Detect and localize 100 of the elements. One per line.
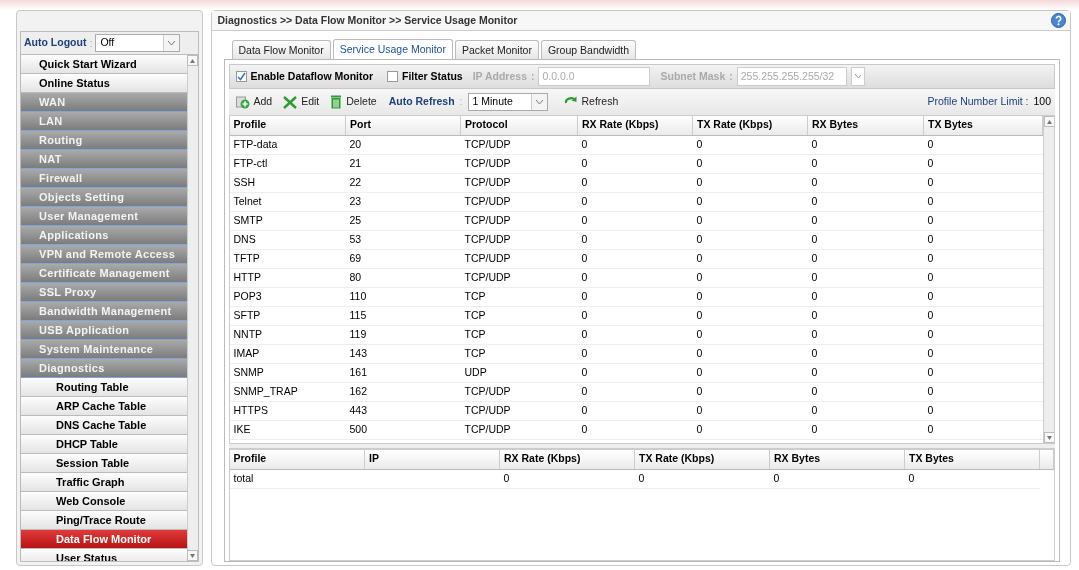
add-button[interactable]: Add xyxy=(232,94,276,110)
sidebar-item[interactable]: Quick Start Wizard xyxy=(21,55,187,74)
table-cell: SNMP xyxy=(233,365,264,378)
scrollbar[interactable] xyxy=(1043,116,1054,443)
table-cell: 0 xyxy=(927,289,934,302)
table-cell: 0 xyxy=(696,175,703,188)
table-cell: TCP/UDP xyxy=(464,156,511,169)
table-cell: TFTP xyxy=(233,251,260,264)
auto-refresh-select[interactable]: 1 Minute xyxy=(467,93,548,111)
sidebar-item[interactable]: DHCP Table xyxy=(21,435,187,454)
sidebar-item[interactable]: Routing Table xyxy=(21,378,187,397)
sidebar-item[interactable]: Online Status xyxy=(21,74,187,93)
separator: : xyxy=(531,68,535,84)
checkbox[interactable] xyxy=(235,71,247,82)
column-header[interactable]: TX Rate (Kbps) xyxy=(692,116,808,135)
column-header[interactable]: TX Rate (Kbps) xyxy=(634,450,770,469)
column-header[interactable]: Profile xyxy=(229,116,346,135)
table-cell: 0 xyxy=(811,403,818,416)
scroll-up-icon[interactable] xyxy=(1046,119,1052,124)
table-cell: 0 xyxy=(927,213,934,226)
column-header[interactable]: RX Rate (Kbps) xyxy=(499,450,635,469)
table-cell: 110 xyxy=(349,289,367,302)
table-cell: 0 xyxy=(581,213,588,226)
table-cell: TCP/UDP xyxy=(464,175,511,188)
table-cell: 162 xyxy=(349,384,368,397)
checkbox[interactable] xyxy=(387,71,398,82)
table-cell: TCP/UDP xyxy=(464,232,511,245)
tab[interactable]: Service Usage Monitor xyxy=(332,39,453,59)
delete-button[interactable]: Delete xyxy=(327,94,380,110)
table-cell: Telnet xyxy=(233,194,262,207)
table-cell: 0 xyxy=(696,213,703,226)
table-cell: 0 xyxy=(581,137,588,150)
table-cell: 0 xyxy=(927,327,934,340)
column-header[interactable]: RX Bytes xyxy=(769,450,905,469)
table-cell: 0 xyxy=(696,137,703,150)
table-cell: FTP-data xyxy=(233,137,278,150)
table-cell: 23 xyxy=(349,194,362,207)
scroll-down-icon[interactable] xyxy=(190,553,195,558)
scroll-down-icon[interactable] xyxy=(1046,435,1052,440)
subnet-mask-label: Subnet Mask xyxy=(660,68,726,84)
table-cell: 0 xyxy=(696,403,703,416)
column-header[interactable]: RX Bytes xyxy=(807,116,924,135)
table-cell: 0 xyxy=(811,289,818,302)
table-cell: 0 xyxy=(927,232,934,245)
table-cell: UDP xyxy=(464,365,487,378)
table-cell: 119 xyxy=(349,327,367,340)
separator: : xyxy=(89,35,93,51)
sidebar-item[interactable]: DNS Cache Table xyxy=(21,416,187,435)
tab[interactable]: Group Bandwidth xyxy=(540,40,637,59)
table-cell: 500 xyxy=(349,422,368,435)
table-cell: 0 xyxy=(696,156,703,169)
sidebar-item[interactable]: Data Flow Monitor xyxy=(21,530,187,549)
separator: : xyxy=(729,68,733,84)
table-cell: 0 xyxy=(773,471,780,484)
tools-icon xyxy=(283,95,298,109)
column-header[interactable]: Protocol xyxy=(460,116,578,135)
help-icon[interactable] xyxy=(1051,13,1066,28)
trash-icon xyxy=(330,95,343,109)
table-cell: 0 xyxy=(811,137,818,150)
table-cell: HTTP xyxy=(233,270,261,283)
tab[interactable]: Data Flow Monitor xyxy=(231,40,331,59)
sidebar-item[interactable]: ARP Cache Table xyxy=(21,397,187,416)
table-cell: 0 xyxy=(811,251,818,264)
refresh-button[interactable]: Refresh xyxy=(560,94,622,110)
column-header[interactable]: TX Bytes xyxy=(923,116,1043,135)
table-cell: 0 xyxy=(927,270,934,283)
table-cell: TCP/UDP xyxy=(464,403,511,416)
column-header[interactable]: Port xyxy=(345,116,461,135)
table-cell: SFTP xyxy=(233,308,261,321)
table-cell: 0 xyxy=(696,422,703,435)
table-cell: 0 xyxy=(581,403,588,416)
sidebar-item[interactable]: Ping/Trace Route xyxy=(21,511,187,530)
column-header[interactable]: RX Rate (Kbps) xyxy=(577,116,693,135)
table-cell: 0 xyxy=(581,365,588,378)
table-cell: 0 xyxy=(811,213,818,226)
tab[interactable]: Packet Monitor xyxy=(454,40,539,59)
auto-logout-select[interactable]: Off xyxy=(95,34,181,52)
scroll-up-icon[interactable] xyxy=(190,58,195,63)
table-cell: total xyxy=(233,471,254,484)
sidebar-item[interactable]: Traffic Graph xyxy=(21,473,187,492)
column-header[interactable]: TX Bytes xyxy=(904,450,1040,469)
table-cell: 0 xyxy=(927,384,934,397)
table-cell: SMTP xyxy=(233,213,263,226)
table-cell: 0 xyxy=(927,308,934,321)
scrollbar[interactable] xyxy=(186,55,198,561)
table-cell: 0 xyxy=(927,365,934,378)
table-cell: TCP/UDP xyxy=(464,422,511,435)
sidebar-item[interactable]: Web Console xyxy=(21,492,187,511)
column-header[interactable]: Profile xyxy=(229,450,365,469)
table-cell: 0 xyxy=(696,365,703,378)
table-cell: 0 xyxy=(908,471,915,484)
column-header[interactable]: IP xyxy=(364,450,500,469)
sidebar-item[interactable]: Session Table xyxy=(21,454,187,473)
table-cell: 0 xyxy=(503,471,510,484)
table-cell: 0 xyxy=(811,156,818,169)
edit-button[interactable]: Edit xyxy=(280,94,323,110)
table-cell: 0 xyxy=(811,327,818,340)
separator: : xyxy=(459,94,463,110)
table-cell: 69 xyxy=(349,251,362,264)
table-cell: TCP/UDP xyxy=(464,270,511,283)
